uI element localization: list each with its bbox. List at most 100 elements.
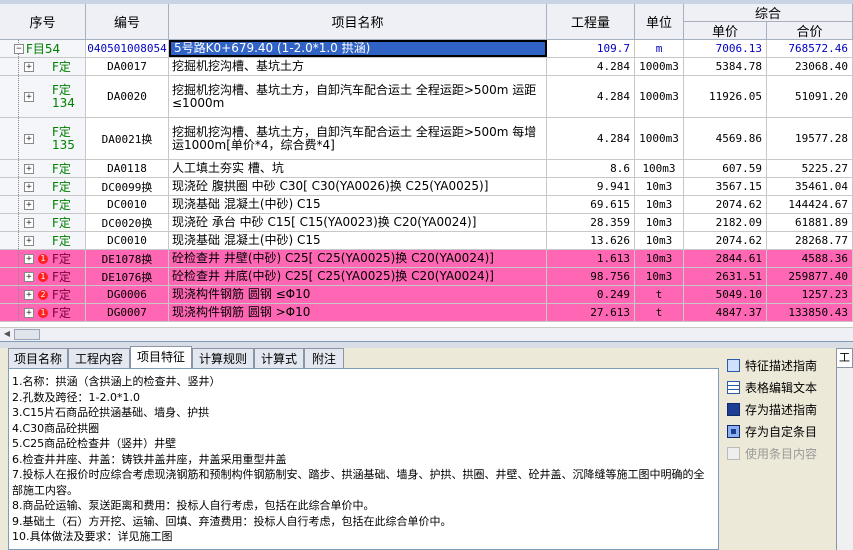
row-unit-price-cell[interactable]: 11926.05 (684, 76, 767, 117)
row-unit-price-cell[interactable]: 2074.62 (684, 196, 767, 213)
row-seq-cell[interactable]: +1 F定 (0, 250, 86, 267)
header-name[interactable]: 项目名称 (169, 4, 547, 40)
row-total-price-cell[interactable]: 35461.04 (767, 178, 853, 195)
row-seq-cell[interactable]: +1 F定 (0, 268, 86, 285)
row-code-cell[interactable]: DG0007 (86, 304, 169, 321)
row-unit-price-cell[interactable]: 2074.62 (684, 232, 767, 249)
row-seq-cell[interactable]: + F定 (0, 160, 86, 177)
row-unit-price-cell[interactable]: 607.59 (684, 160, 767, 177)
side-button-1[interactable]: 表格编辑文本 (727, 377, 831, 397)
row-code-cell[interactable]: DC0099换 (86, 178, 169, 195)
row-name-cell[interactable]: 挖掘机挖沟槽、基坑土方 (169, 58, 547, 75)
row-unit-cell[interactable]: 10m3 (635, 268, 684, 285)
scrollbar-thumb[interactable] (14, 329, 40, 340)
row-total-price-cell[interactable]: 23068.40 (767, 58, 853, 75)
expand-icon[interactable]: + (24, 236, 34, 246)
table-row[interactable]: − F目54 040501008054 5号路K0+679.40 (1-2.0*1.0… (0, 40, 853, 58)
expand-icon[interactable]: + (24, 62, 34, 72)
row-qty-cell[interactable]: 28.359 (547, 214, 635, 231)
header-code[interactable]: 编号 (86, 4, 169, 40)
row-code-cell[interactable]: 040501008054 (86, 40, 169, 57)
row-name-cell[interactable]: 人工填土夯实 槽、坑 (169, 160, 547, 177)
row-unit-cell[interactable]: 1000m3 (635, 58, 684, 75)
row-unit-price-cell[interactable]: 4847.37 (684, 304, 767, 321)
row-total-price-cell[interactable]: 768572.46 (767, 40, 853, 57)
tab-2[interactable]: 项目特征 (130, 346, 192, 368)
row-unit-price-cell[interactable]: 2182.09 (684, 214, 767, 231)
expand-icon[interactable]: + (24, 308, 34, 318)
feature-description-editor[interactable]: 1.名称：拱涵（含拱涵上的检查井、竖井） 2.孔数及跨径：1-2.0*1.0 3.C… (8, 368, 719, 550)
row-code-cell[interactable]: DA0020 (86, 76, 169, 117)
row-total-price-cell[interactable]: 1257.23 (767, 286, 853, 303)
row-total-price-cell[interactable]: 144424.67 (767, 196, 853, 213)
row-unit-cell[interactable]: 10m3 (635, 250, 684, 267)
row-seq-cell[interactable]: + F定 (0, 214, 86, 231)
row-unit-price-cell[interactable]: 2631.51 (684, 268, 767, 285)
tab-3[interactable]: 计算规则 (192, 348, 254, 368)
row-seq-cell[interactable]: +2 F定 (0, 286, 86, 303)
row-code-cell[interactable]: DA0017 (86, 58, 169, 75)
row-unit-cell[interactable]: 100m3 (635, 160, 684, 177)
table-row[interactable]: +2 F定 DG0006 现浇构件钢筋 圆钢 ≤Φ10 0.249 t 5049.10 125… (0, 286, 853, 304)
row-unit-cell[interactable]: 10m3 (635, 214, 684, 231)
table-row[interactable]: +1 F定 DE1076换 砼检查井 井底(中砂) C25[ C25(YA0025)换… (0, 268, 853, 286)
side-button-3[interactable]: 存为自定条目 (727, 421, 831, 441)
expand-icon[interactable]: + (24, 92, 34, 102)
row-seq-cell[interactable]: + F定 (0, 58, 86, 75)
row-total-price-cell[interactable]: 61881.89 (767, 214, 853, 231)
row-qty-cell[interactable]: 1.613 (547, 250, 635, 267)
row-qty-cell[interactable]: 4.284 (547, 58, 635, 75)
row-unit-price-cell[interactable]: 5384.78 (684, 58, 767, 75)
row-seq-cell[interactable]: + F定 134 (0, 76, 86, 117)
row-code-cell[interactable]: DG0006 (86, 286, 169, 303)
row-qty-cell[interactable]: 4.284 (547, 118, 635, 159)
row-qty-cell[interactable]: 13.626 (547, 232, 635, 249)
table-row[interactable]: +1 F定 DG0007 现浇构件钢筋 圆钢 >Φ10 27.613 t 4847.37 13… (0, 304, 853, 322)
scroll-left-icon[interactable]: ◀ (2, 329, 12, 339)
row-name-cell[interactable]: 挖掘机挖沟槽、基坑土方，自卸汽车配合运土 全程运距>500m 每增运1000m[… (169, 118, 547, 159)
row-name-cell[interactable]: 5号路K0+679.40 (1-2.0*1.0 拱涵) (169, 40, 547, 57)
row-code-cell[interactable]: DE1076换 (86, 268, 169, 285)
row-qty-cell[interactable]: 4.284 (547, 76, 635, 117)
header-seq[interactable]: 序号 (0, 4, 86, 40)
row-unit-price-cell[interactable]: 2844.61 (684, 250, 767, 267)
row-code-cell[interactable]: DC0010 (86, 232, 169, 249)
row-qty-cell[interactable]: 98.756 (547, 268, 635, 285)
table-row[interactable]: + F定 DA0017 挖掘机挖沟槽、基坑土方 4.284 1000m3 5384.78 23… (0, 58, 853, 76)
row-seq-cell[interactable]: + F定 (0, 178, 86, 195)
row-seq-cell[interactable]: + F定 (0, 196, 86, 213)
table-row[interactable]: + F定 134 DA0020 挖掘机挖沟槽、基坑土方，自卸汽车配合运土 全程运距>5… (0, 76, 853, 118)
row-total-price-cell[interactable]: 259877.40 (767, 268, 853, 285)
header-qty[interactable]: 工程量 (547, 4, 635, 40)
header-unit-price[interactable]: 单价 (684, 22, 767, 40)
horizontal-scrollbar[interactable]: ◀ (0, 327, 853, 341)
row-qty-cell[interactable]: 109.7 (547, 40, 635, 57)
row-name-cell[interactable]: 砼检查井 井底(中砂) C25[ C25(YA0025)换 C20(YA0024… (169, 268, 547, 285)
header-unit[interactable]: 单位 (635, 4, 684, 40)
row-unit-cell[interactable]: 10m3 (635, 232, 684, 249)
row-code-cell[interactable]: DC0010 (86, 196, 169, 213)
tab-4[interactable]: 计算式 (254, 348, 304, 368)
row-code-cell[interactable]: DC0020换 (86, 214, 169, 231)
row-unit-cell[interactable]: t (635, 286, 684, 303)
header-total-price[interactable]: 合价 (767, 22, 853, 40)
row-name-cell[interactable]: 现浇构件钢筋 圆钢 ≤Φ10 (169, 286, 547, 303)
tab-5[interactable]: 附注 (304, 348, 344, 368)
row-name-cell[interactable]: 现浇构件钢筋 圆钢 >Φ10 (169, 304, 547, 321)
row-name-cell[interactable]: 挖掘机挖沟槽、基坑土方，自卸汽车配合运土 全程运距>500m 运距≤1000m (169, 76, 547, 117)
row-code-cell[interactable]: DA0021换 (86, 118, 169, 159)
row-qty-cell[interactable]: 8.6 (547, 160, 635, 177)
row-code-cell[interactable]: DE1078换 (86, 250, 169, 267)
row-total-price-cell[interactable]: 51091.20 (767, 76, 853, 117)
tab-1[interactable]: 工程内容 (68, 348, 130, 368)
row-qty-cell[interactable]: 0.249 (547, 286, 635, 303)
row-seq-cell[interactable]: +1 F定 (0, 304, 86, 321)
collapse-icon[interactable]: − (14, 44, 24, 54)
row-unit-price-cell[interactable]: 3567.15 (684, 178, 767, 195)
row-total-price-cell[interactable]: 133850.43 (767, 304, 853, 321)
row-unit-price-cell[interactable]: 4569.86 (684, 118, 767, 159)
row-name-cell[interactable]: 现浇基础 混凝土(中砂) C15 (169, 232, 547, 249)
table-row[interactable]: + F定 DC0010 现浇基础 混凝土(中砂) C15 69.615 10m3 2074.… (0, 196, 853, 214)
bill-items-grid[interactable]: 序号 编号 项目名称 工程量 单位 综合 单价 合价 − F目54 04050100… (0, 4, 853, 342)
row-name-cell[interactable]: 现浇基础 混凝土(中砂) C15 (169, 196, 547, 213)
